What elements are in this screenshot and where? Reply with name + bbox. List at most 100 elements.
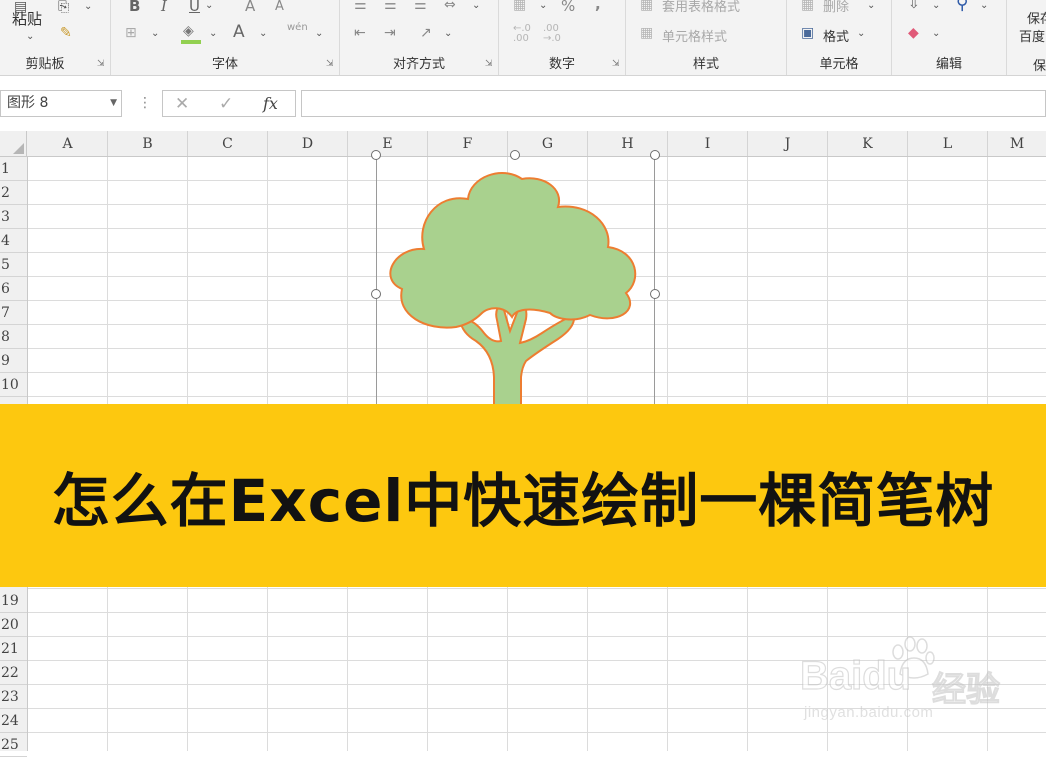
delete-icon[interactable]: ▦ <box>801 0 814 12</box>
row-header[interactable]: 24 <box>0 709 27 733</box>
row-header[interactable]: 9 <box>0 349 27 373</box>
save-button-line1[interactable]: 保存 <box>1027 8 1046 27</box>
fill-color-icon[interactable]: ◈ <box>183 24 194 38</box>
format-icon[interactable]: ▣ <box>801 26 814 40</box>
column-header-d[interactable]: D <box>268 131 348 156</box>
font-color-button[interactable]: A <box>233 22 245 42</box>
border-dropdown-icon[interactable]: ⌄ <box>151 27 159 41</box>
column-header-c[interactable]: C <box>188 131 268 156</box>
phonetic-button[interactable]: wén <box>287 22 308 33</box>
tree-shape[interactable] <box>376 155 656 415</box>
column-header-f[interactable]: F <box>428 131 508 156</box>
column-header-a[interactable]: A <box>28 131 108 156</box>
table-style-icon[interactable]: ▦ <box>640 0 653 12</box>
find-dropdown-icon[interactable]: ⌄ <box>980 0 988 13</box>
number-launcher-icon[interactable]: ⇲ <box>612 60 621 69</box>
resize-handle-top-left[interactable] <box>371 150 381 160</box>
orientation-icon[interactable]: ↗ <box>420 26 432 40</box>
column-header-j[interactable]: J <box>748 131 828 156</box>
grow-font-button[interactable]: A <box>245 0 255 15</box>
column-header-k[interactable]: K <box>828 131 908 156</box>
delete-button[interactable]: 删除 <box>823 0 849 15</box>
shrink-font-button[interactable]: A <box>275 0 284 14</box>
fill-dropdown-icon[interactable]: ⌄ <box>209 27 217 41</box>
table-style-button[interactable]: 套用表格格式 <box>662 0 740 15</box>
phonetic-dropdown-icon[interactable]: ⌄ <box>315 27 323 41</box>
formula-input[interactable] <box>301 90 1046 117</box>
row-header[interactable]: 5 <box>0 253 27 277</box>
clear-icon[interactable]: ◆ <box>908 26 919 40</box>
align-middle-icon[interactable]: ☰ <box>384 0 397 12</box>
row-header[interactable]: 1 <box>0 157 27 181</box>
resize-handle-left[interactable] <box>371 289 381 299</box>
delete-dropdown-icon[interactable]: ⌄ <box>867 0 875 13</box>
row-header[interactable]: 3 <box>0 205 27 229</box>
alignment-launcher-icon[interactable]: ⇲ <box>485 60 494 69</box>
border-icon[interactable]: ⊞ <box>125 26 137 40</box>
column-header-l[interactable]: L <box>908 131 988 156</box>
row-header[interactable]: 22 <box>0 661 27 685</box>
format-painter-icon[interactable]: ✎ <box>60 26 72 40</box>
copy-dropdown-icon[interactable]: ⌄ <box>84 0 92 14</box>
font-color-dropdown-icon[interactable]: ⌄ <box>259 27 267 41</box>
save-button-line2[interactable]: 百度 <box>1019 26 1045 45</box>
resize-handle-top-right[interactable] <box>650 150 660 160</box>
underline-button[interactable]: U <box>189 0 200 15</box>
align-bottom-icon[interactable]: ☰ <box>414 0 427 12</box>
paste-button[interactable]: 粘贴 <box>12 8 42 29</box>
format-dropdown-icon[interactable]: ⌄ <box>857 27 865 41</box>
column-header-g[interactable]: G <box>508 131 588 156</box>
find-icon[interactable]: ⚲ <box>956 0 968 13</box>
row-header[interactable]: 21 <box>0 637 27 661</box>
baidu-jingyan-watermark: Baidu 经验 jingyan.baidu.com <box>799 636 1040 726</box>
row-header[interactable]: 19 <box>0 589 27 613</box>
merge-icon[interactable]: ⇔ <box>444 0 456 12</box>
cancel-icon[interactable]: ✕ <box>175 94 189 114</box>
font-launcher-icon[interactable]: ⇲ <box>326 60 335 69</box>
bold-button[interactable]: B <box>129 0 140 15</box>
underline-dropdown-icon[interactable]: ⌄ <box>205 0 213 13</box>
name-box[interactable]: 图形 8 ▼ <box>0 90 122 117</box>
row-header[interactable]: 10 <box>0 373 27 397</box>
clipboard-launcher-icon[interactable]: ⇲ <box>97 60 106 69</box>
decrease-decimal-icon[interactable]: .00 →.0 <box>543 24 561 44</box>
orientation-dropdown-icon[interactable]: ⌄ <box>444 27 452 41</box>
format-button[interactable]: 格式 <box>823 26 849 45</box>
resize-handle-top[interactable] <box>510 150 520 160</box>
insert-function-button[interactable]: fx <box>263 94 278 113</box>
merge-dropdown-icon[interactable]: ⌄ <box>472 0 480 13</box>
column-header-e[interactable]: E <box>348 131 428 156</box>
copy-icon[interactable]: ⎘ <box>58 0 69 14</box>
row-header[interactable]: 4 <box>0 229 27 253</box>
fill-down-dropdown-icon[interactable]: ⌄ <box>932 0 940 13</box>
comma-button[interactable]: , <box>595 0 601 13</box>
resize-handle-right[interactable] <box>650 289 660 299</box>
decrease-indent-icon[interactable]: ⇤ <box>354 26 366 40</box>
clear-dropdown-icon[interactable]: ⌄ <box>932 27 940 41</box>
enter-icon[interactable]: ✓ <box>219 94 233 114</box>
row-header[interactable]: 2 <box>0 181 27 205</box>
row-header[interactable]: 7 <box>0 301 27 325</box>
accounting-icon[interactable]: ▦ <box>513 0 526 12</box>
column-header-b[interactable]: B <box>108 131 188 156</box>
fill-down-icon[interactable]: ⇩ <box>908 0 920 11</box>
increase-decimal-icon[interactable]: ←.0.00 <box>513 24 531 44</box>
accounting-dropdown-icon[interactable]: ⌄ <box>539 0 547 13</box>
row-header[interactable]: 25 <box>0 733 27 757</box>
cell-style-button[interactable]: 单元格样式 <box>662 26 727 45</box>
percent-button[interactable]: % <box>561 0 575 15</box>
row-header[interactable]: 20 <box>0 613 27 637</box>
select-all-button[interactable] <box>0 131 27 156</box>
italic-button[interactable]: I <box>161 0 167 15</box>
paste-dropdown-icon[interactable]: ⌄ <box>26 30 34 44</box>
row-header[interactable]: 6 <box>0 277 27 301</box>
column-header-i[interactable]: I <box>668 131 748 156</box>
column-header-m[interactable]: M <box>988 131 1046 156</box>
cell-style-icon[interactable]: ▦ <box>640 26 653 40</box>
formula-bar-splitter-icon[interactable]: ⋮ <box>138 95 152 111</box>
row-header[interactable]: 8 <box>0 325 27 349</box>
increase-indent-icon[interactable]: ⇥ <box>384 26 396 40</box>
align-top-icon[interactable]: ☰ <box>354 0 367 12</box>
name-box-dropdown-icon[interactable]: ▼ <box>110 91 117 116</box>
row-header[interactable]: 23 <box>0 685 27 709</box>
